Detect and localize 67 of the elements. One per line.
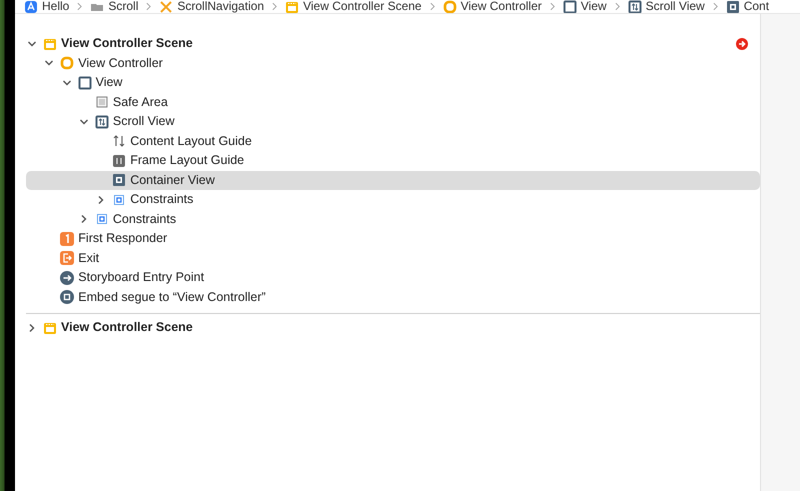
breadcrumb-item[interactable]: View Controller Scene (303, 0, 422, 13)
chevron-icon (77, 2, 82, 11)
segue-icon (60, 290, 74, 304)
container-icon (726, 0, 740, 13)
tools-icon (159, 0, 174, 13)
outline-row[interactable]: First Responder (26, 229, 760, 248)
outline-row[interactable]: Container View (26, 170, 760, 190)
chevron-icon (272, 2, 278, 11)
entry-arrow-icon[interactable] (736, 38, 748, 50)
exit-icon (60, 251, 74, 266)
outline-label: Container View (130, 172, 215, 189)
responder-icon (60, 232, 74, 246)
outline-label: Embed segue to “View Controller” (78, 288, 266, 306)
container-icon (112, 173, 126, 188)
chevron-icon (146, 2, 152, 11)
outline-label: Frame Layout Guide (130, 152, 244, 170)
app-icon (24, 0, 38, 13)
scene-icon (285, 0, 300, 13)
frame-guide-icon (112, 154, 126, 168)
outline-label: View Controller Scene (61, 319, 193, 336)
outline-row[interactable]: Constraints (26, 210, 760, 229)
breadcrumb-item[interactable]: ScrollNavigation (177, 0, 264, 13)
outline-label: Storyboard Entry Point (78, 269, 204, 286)
outline-row[interactable]: View Controller (26, 54, 760, 73)
chevron-icon (430, 2, 435, 11)
breadcrumb-item[interactable]: Cont (744, 0, 770, 13)
outline-label: Constraints (112, 210, 176, 228)
outline-row[interactable]: Exit (26, 248, 760, 268)
outline-row[interactable]: Frame Layout Guide (26, 151, 760, 170)
outline-label: View (96, 74, 122, 92)
view-icon (78, 76, 92, 90)
controller-icon (60, 56, 74, 70)
view-icon (562, 0, 577, 13)
chevron-icon (614, 2, 620, 11)
outline-label: Constraints (130, 191, 194, 208)
breadcrumb-item[interactable]: Hello (42, 0, 70, 13)
chevron-icon (712, 2, 718, 11)
controller-icon (442, 0, 457, 13)
scroll-view-icon (628, 0, 642, 13)
outline-row[interactable]: Content Layout Guide (26, 132, 760, 151)
outline-label: Scroll View (112, 113, 174, 130)
breadcrumb-item[interactable]: Scroll View (646, 0, 705, 13)
outline-row[interactable]: View Controller Scene (26, 318, 760, 338)
outline-row[interactable]: Constraints (26, 190, 760, 210)
outline-row[interactable]: Safe Area (26, 92, 760, 112)
scene-icon (43, 36, 57, 51)
outline-row[interactable]: View Controller Scene (26, 34, 760, 54)
chevron-icon (550, 2, 555, 11)
outline-label: View Controller Scene (61, 35, 193, 52)
arrows-icon (112, 134, 126, 148)
scene-icon (43, 320, 57, 335)
constraints-icon (94, 212, 109, 226)
outline-label: Safe Area (112, 94, 168, 111)
outline-label: Content Layout Guide (130, 132, 252, 150)
outline-label: View Controller (78, 54, 163, 72)
safe-area-icon (94, 95, 109, 110)
breadcrumb-item[interactable]: Scroll (108, 0, 138, 13)
constraints-icon (112, 192, 126, 207)
outline-label: Exit (78, 250, 100, 267)
scroll-view-icon (94, 114, 109, 129)
outline-label: First Responder (78, 230, 168, 248)
outline-row[interactable]: Embed segue to “View Controller” (26, 288, 760, 307)
outline-row[interactable]: View (26, 73, 760, 92)
breadcrumb-item[interactable]: View (580, 0, 607, 13)
breadcrumb-item[interactable]: View Controller (460, 0, 542, 13)
outline-row[interactable]: Storyboard Entry Point (26, 268, 760, 288)
outline-row[interactable]: Scroll View (26, 112, 760, 132)
